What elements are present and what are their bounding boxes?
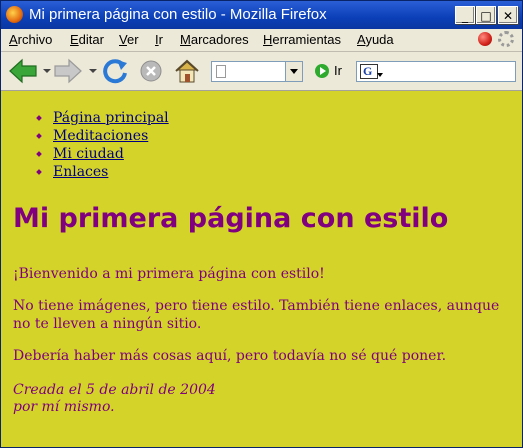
firefox-logo-icon [6,6,23,23]
menu-marcadores[interactable]: Marcadores [180,32,249,47]
title-bar[interactable]: Mi primera página con estilo - Mozilla F… [1,1,522,29]
menu-bar: Archivo Editar Ver Ir Marcadores Herrami… [1,29,522,52]
forward-arrow-icon[interactable] [53,58,83,84]
search-input[interactable]: G [356,61,516,82]
nav-link-enlaces[interactable]: Enlaces [53,164,108,180]
menu-editar[interactable]: Editar [70,32,104,47]
menu-archivo[interactable]: Archivo [9,32,52,47]
nav-item: Mi ciudad [37,145,153,163]
throbber-icon [498,31,514,47]
more-paragraph: Debería haber más cosas aquí, pero todav… [13,348,447,364]
window-title: Mi primera página con estilo - Mozilla F… [29,6,327,23]
browser-window: Mi primera página con estilo - Mozilla F… [0,0,523,448]
back-history-dropdown-icon[interactable] [43,69,51,73]
back-arrow-icon[interactable] [8,58,38,84]
search-engine-icon[interactable]: G [360,64,383,79]
page-icon [216,65,226,78]
forward-history-dropdown-icon[interactable] [89,69,97,73]
nav-link-pagina-principal[interactable]: Página principal [53,110,169,126]
menu-ver[interactable]: Ver [119,32,139,47]
nav-item: Enlaces [37,163,153,181]
navigation-toolbar: Ir G [1,52,522,91]
minimize-button[interactable]: _ [455,6,475,24]
nav-link-mi-ciudad[interactable]: Mi ciudad [53,146,124,162]
stop-icon[interactable] [140,60,162,82]
page-content: Página principal Meditaciones Mi ciudad … [1,91,522,447]
welcome-paragraph: ¡Bienvenido a mi primera página con esti… [13,266,325,282]
nav-link-meditaciones[interactable]: Meditaciones [53,128,148,144]
menu-ir[interactable]: Ir [155,32,163,47]
nav-item: Página principal [37,109,169,127]
stop-status-icon[interactable] [478,32,492,46]
menu-herramientas[interactable]: Herramientas [263,32,341,47]
style-paragraph: No tiene imágenes, pero tiene estilo. Ta… [13,298,500,332]
page-heading: Mi primera página con estilo [13,203,449,234]
creation-date: Creada el 5 de abril de 2004 [13,382,216,398]
reload-icon[interactable] [101,57,129,85]
go-icon[interactable] [315,64,329,78]
site-navigation: Página principal Meditaciones Mi ciudad … [37,109,169,181]
go-button-label[interactable]: Ir [334,63,342,78]
address-dropdown-button[interactable] [285,62,302,81]
address-bar[interactable] [211,61,303,82]
menu-ayuda[interactable]: Ayuda [357,32,394,47]
close-button[interactable]: ✕ [498,6,518,24]
maximize-button[interactable]: □ [476,6,496,24]
signature-address: Creada el 5 de abril de 2004 por mí mism… [13,382,216,416]
author-line: por mí mismo. [13,399,115,415]
home-icon[interactable] [174,58,200,84]
nav-item: Meditaciones [37,127,153,145]
